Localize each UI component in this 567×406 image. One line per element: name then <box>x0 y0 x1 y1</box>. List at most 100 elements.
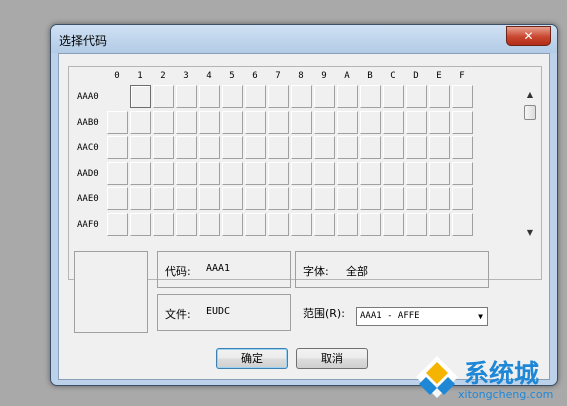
code-cell[interactable] <box>452 212 473 236</box>
code-cell[interactable] <box>130 161 151 185</box>
selected-code-cell[interactable] <box>130 85 151 108</box>
code-cell[interactable] <box>130 136 151 159</box>
code-cell[interactable] <box>452 85 473 108</box>
code-cell[interactable] <box>245 187 266 210</box>
code-cell[interactable] <box>383 161 404 185</box>
code-cell[interactable] <box>360 85 381 108</box>
code-cell[interactable] <box>360 212 381 236</box>
scroll-down-icon[interactable]: ▼ <box>523 227 537 239</box>
code-cell[interactable] <box>429 136 450 159</box>
code-cell[interactable] <box>268 110 289 134</box>
code-cell[interactable] <box>222 85 243 108</box>
code-cell[interactable] <box>176 187 197 210</box>
code-cell[interactable] <box>222 110 243 134</box>
code-cell[interactable] <box>245 136 266 159</box>
scroll-thumb[interactable] <box>524 105 536 120</box>
code-cell[interactable] <box>153 212 174 236</box>
code-cell[interactable] <box>291 187 312 210</box>
code-cell[interactable] <box>176 110 197 134</box>
code-cell[interactable] <box>452 136 473 159</box>
code-cell[interactable] <box>314 136 335 159</box>
grid-scrollbar[interactable]: ▲ ▼ <box>523 89 537 239</box>
code-cell[interactable] <box>406 212 427 236</box>
code-cell[interactable] <box>337 136 358 159</box>
close-button[interactable]: ✕ <box>506 26 551 46</box>
code-cell[interactable] <box>222 187 243 210</box>
code-cell[interactable] <box>429 187 450 210</box>
code-cell[interactable] <box>452 187 473 210</box>
cancel-button[interactable]: 取消 <box>296 348 368 369</box>
code-cell[interactable] <box>222 161 243 185</box>
code-cell[interactable] <box>199 110 220 134</box>
code-cell[interactable] <box>383 85 404 108</box>
code-cell[interactable] <box>291 110 312 134</box>
code-cell[interactable] <box>153 110 174 134</box>
code-cell[interactable] <box>199 136 220 159</box>
code-cell[interactable] <box>337 110 358 134</box>
code-cell[interactable] <box>268 187 289 210</box>
code-cell[interactable] <box>153 187 174 210</box>
code-cell[interactable] <box>383 212 404 236</box>
code-cell[interactable] <box>245 85 266 108</box>
code-cell[interactable] <box>291 136 312 159</box>
code-cell[interactable] <box>383 110 404 134</box>
code-cell[interactable] <box>291 85 312 108</box>
code-cell[interactable] <box>314 110 335 134</box>
code-cell[interactable] <box>153 85 174 108</box>
code-cell[interactable] <box>383 136 404 159</box>
code-cell[interactable] <box>268 161 289 185</box>
code-cell[interactable] <box>130 110 151 134</box>
code-cell[interactable] <box>337 212 358 236</box>
code-cell[interactable] <box>268 212 289 236</box>
code-cell[interactable] <box>199 187 220 210</box>
code-cell[interactable] <box>222 136 243 159</box>
range-select[interactable]: AAA1 - AFFE ▼ <box>356 307 488 326</box>
code-cell[interactable] <box>199 85 220 108</box>
code-cell[interactable] <box>452 110 473 134</box>
code-cell[interactable] <box>199 161 220 185</box>
code-cell[interactable] <box>429 85 450 108</box>
code-cell[interactable] <box>199 212 220 236</box>
code-cell[interactable] <box>153 136 174 159</box>
code-cell[interactable] <box>429 110 450 134</box>
code-cell[interactable] <box>429 161 450 185</box>
code-cell[interactable] <box>107 212 128 236</box>
code-cell[interactable] <box>337 161 358 185</box>
title-bar[interactable]: 选择代码 ✕ <box>51 25 557 53</box>
code-cell[interactable] <box>130 212 151 236</box>
code-cell[interactable] <box>291 212 312 236</box>
scroll-up-icon[interactable]: ▲ <box>523 89 537 101</box>
code-cell[interactable] <box>107 136 128 159</box>
code-cell[interactable] <box>337 85 358 108</box>
code-cell[interactable] <box>360 161 381 185</box>
code-cell[interactable] <box>337 187 358 210</box>
code-cell[interactable] <box>107 110 128 134</box>
code-cell[interactable] <box>130 187 151 210</box>
code-cell[interactable] <box>406 85 427 108</box>
code-cell[interactable] <box>268 85 289 108</box>
code-cell[interactable] <box>406 187 427 210</box>
code-cell[interactable] <box>383 187 404 210</box>
code-cell[interactable] <box>176 212 197 236</box>
code-cell[interactable] <box>176 161 197 185</box>
code-cell[interactable] <box>360 136 381 159</box>
code-cell[interactable] <box>176 85 197 108</box>
code-cell[interactable] <box>314 187 335 210</box>
code-cell[interactable] <box>406 136 427 159</box>
code-cell[interactable] <box>153 161 174 185</box>
code-cell[interactable] <box>452 161 473 185</box>
code-cell[interactable] <box>245 110 266 134</box>
code-cell[interactable] <box>268 136 289 159</box>
code-cell[interactable] <box>176 136 197 159</box>
code-cell[interactable] <box>360 187 381 210</box>
code-cell[interactable] <box>406 110 427 134</box>
ok-button[interactable]: 确定 <box>216 348 288 369</box>
code-cell[interactable] <box>314 212 335 236</box>
code-cell[interactable] <box>291 161 312 185</box>
code-cell[interactable] <box>107 161 128 185</box>
code-cell[interactable] <box>314 161 335 185</box>
code-cell[interactable] <box>245 212 266 236</box>
code-cell[interactable] <box>360 110 381 134</box>
code-cell[interactable] <box>245 161 266 185</box>
code-cell[interactable] <box>406 161 427 185</box>
